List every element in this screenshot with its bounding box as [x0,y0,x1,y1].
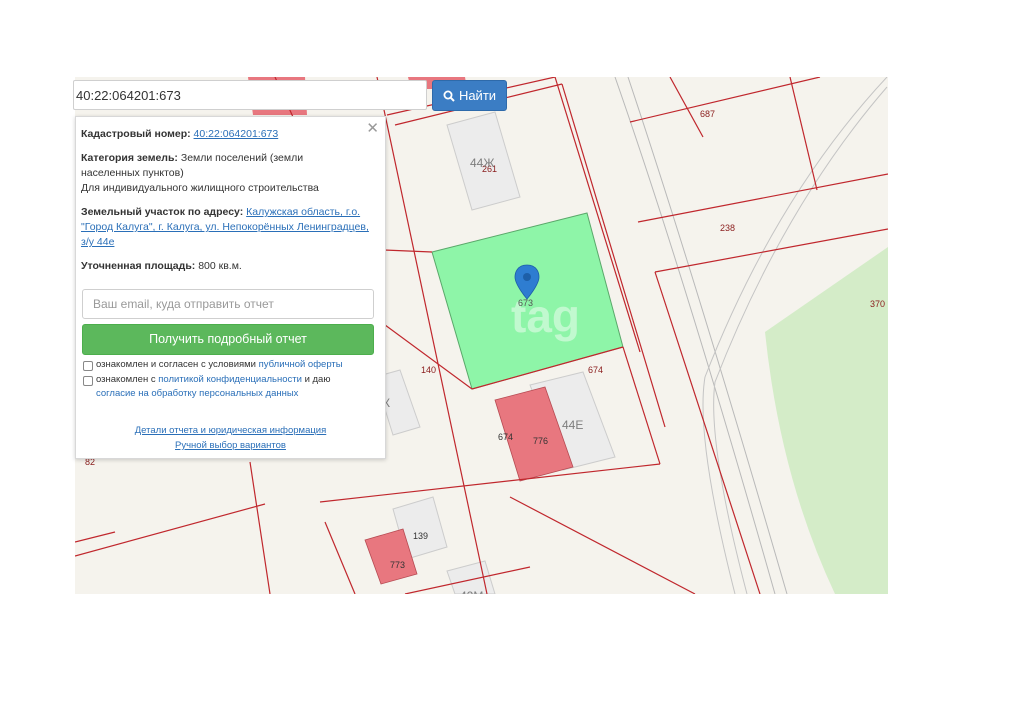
parcel-info-panel: ✕ Кадастровый номер: 40:22:064201:673 Ка… [75,116,386,459]
house-number: 42М [460,589,483,594]
parcel-number: 674 [498,432,513,442]
search-button-label: Найти [458,88,497,103]
road-line [614,77,776,594]
parcel-number: 139 [413,531,428,541]
parcel-number-selected: 673 [518,298,533,308]
area-value: 800 кв.м. [198,260,242,272]
parcel-number: 370 [870,299,885,309]
area-label: Уточненная площадь: [81,260,196,272]
privacy-policy-link[interactable]: политикой конфиденциальности [158,374,302,385]
cadastral-number-row: Кадастровый номер: 40:22:064201:673 [81,127,373,142]
cadastral-number-link[interactable]: 40:22:064201:673 [194,128,279,140]
privacy-agree-checkbox[interactable] [83,376,93,386]
area-row: Уточненная площадь: 800 кв.м. [81,259,373,274]
house-number: 44Ж [470,156,494,170]
details-row: Детали отчета и юридическая информация [76,423,385,438]
report-details-link[interactable]: Детали отчета и юридическая информация [135,425,327,436]
privacy-agree-text: ознакомлен с политикой конфиденциальност… [96,373,366,401]
offer-agree-checkbox[interactable] [83,361,93,371]
parcel-number: 674 [588,365,603,375]
cadastral-number-label: Кадастровый номер: [81,128,191,140]
manual-selection-link[interactable]: Ручной выбор вариантов [175,440,286,451]
parcel-number: 687 [700,109,715,119]
house-number: 44Е [562,418,583,432]
road-line [627,77,788,594]
address-label: Земельный участок по адресу: [81,206,244,218]
offer-agree-text: ознакомлен и согласен с условиями публич… [96,358,343,372]
search-button[interactable]: Найти [432,80,507,111]
public-offer-link[interactable]: публичной оферты [259,359,343,370]
personal-data-consent-link[interactable]: согласие на обработку персональных данны… [96,388,298,399]
search-input[interactable] [73,80,427,110]
parcel-number: 238 [720,223,735,233]
land-category-label: Категория земель: [81,152,178,164]
privacy-agree-mid: и даю [304,374,331,385]
parcel-number: 140 [421,365,436,375]
privacy-agree-label: ознакомлен с [96,374,156,385]
parcel-number: 773 [390,560,405,570]
offer-agree-label: ознакомлен и согласен с условиями [96,359,256,370]
get-report-button[interactable]: Получить подробный отчет [82,324,374,355]
land-usage: Для индивидуального жилищного строительс… [81,182,319,194]
address-row: Земельный участок по адресу: Калужская о… [81,205,375,250]
manual-row: Ручной выбор вариантов [76,438,385,453]
parcel-number: 776 [533,436,548,446]
search-icon [443,90,455,102]
land-category-row: Категория земель: Земли поселений (земли… [81,151,345,196]
email-field[interactable]: Ваш email, куда отправить отчет [82,289,374,319]
